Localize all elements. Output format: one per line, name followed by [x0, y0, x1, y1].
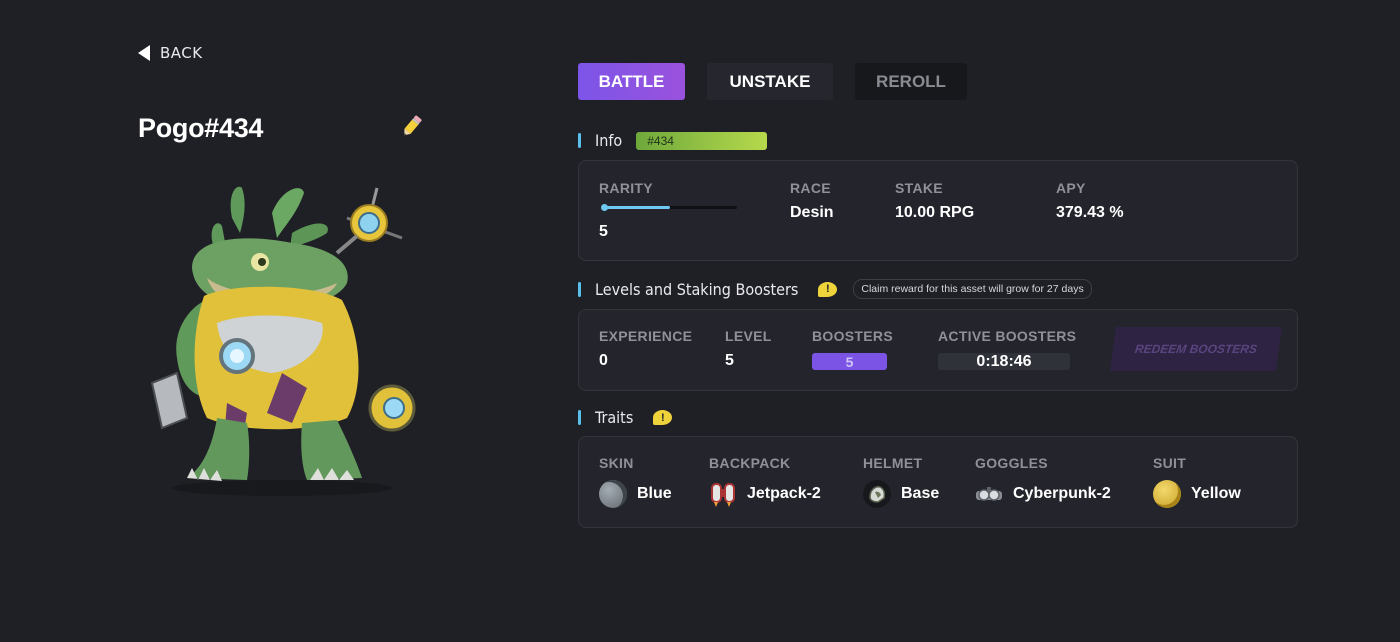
skin-icon	[599, 480, 627, 508]
trait-label: SUIT	[1153, 455, 1187, 471]
info-section-header: Info #434	[578, 131, 768, 150]
redeem-boosters-button[interactable]: REDEEM BOOSTERS	[1109, 327, 1283, 371]
active-boosters-label: ACTIVE BOOSTERS	[938, 328, 1077, 344]
trait-label: SKIN	[599, 455, 634, 471]
stake-label: STAKE	[895, 180, 943, 196]
reroll-button[interactable]: REROLL	[855, 63, 967, 100]
experience-label: EXPERIENCE	[599, 328, 693, 344]
race-value: Desin	[790, 204, 834, 221]
traits-info-icon[interactable]: !	[653, 410, 673, 425]
helmet-icon	[863, 480, 891, 508]
creature-image	[150, 186, 416, 496]
asset-header: Pogo#434	[138, 113, 423, 144]
traits-section-header: Traits !	[578, 408, 673, 427]
action-bar: BATTLE UNSTAKE REROLL	[578, 63, 967, 100]
boosters-value-badge: 5	[812, 353, 887, 370]
levels-hint-text: Claim reward for this asset will grow fo…	[853, 279, 1092, 299]
levels-title: Levels and Staking Boosters	[595, 279, 799, 299]
trait-value: Base	[901, 485, 940, 502]
traits-panel: SKIN Blue BACKPACK Jetpack-2 HELMET Base…	[578, 436, 1298, 528]
section-accent-bar	[578, 281, 581, 297]
level-value: 5	[725, 352, 734, 369]
battle-button[interactable]: BATTLE	[578, 63, 685, 100]
trait-skin: Blue	[599, 480, 672, 508]
section-accent-bar	[578, 133, 581, 148]
edit-name-pencil-icon[interactable]	[401, 114, 423, 143]
back-button[interactable]: BACK	[138, 44, 203, 62]
back-label: BACK	[160, 44, 203, 62]
level-label: LEVEL	[725, 328, 772, 344]
section-accent-bar	[578, 410, 581, 425]
trait-value: Jetpack-2	[747, 485, 821, 502]
unstake-button[interactable]: UNSTAKE	[707, 63, 833, 100]
goggles-icon	[975, 480, 1003, 508]
trait-label: BACKPACK	[709, 455, 791, 471]
info-panel: RARITY 5 RACE Desin STAKE 10.00 RPG APY …	[578, 160, 1298, 261]
trait-value: Blue	[637, 485, 672, 502]
asset-id-tag: #434	[636, 131, 768, 150]
jetpack-icon	[709, 480, 737, 508]
boosters-label: BOOSTERS	[812, 328, 893, 344]
rarity-label: RARITY	[599, 180, 653, 196]
levels-info-icon[interactable]: !	[818, 281, 838, 297]
suit-icon	[1153, 480, 1181, 508]
rarity-value: 5	[599, 223, 608, 240]
levels-panel: EXPERIENCE 0 LEVEL 5 BOOSTERS 5 ACTIVE B…	[578, 309, 1298, 391]
trait-suit: Yellow	[1153, 480, 1241, 508]
active-boosters-timer: 0:18:46	[938, 353, 1070, 370]
stake-value: 10.00 RPG	[895, 204, 975, 221]
back-arrow-icon	[138, 45, 150, 61]
trait-value: Cyberpunk-2	[1013, 485, 1111, 502]
trait-goggles: Cyberpunk-2	[975, 480, 1111, 508]
info-title: Info	[595, 131, 623, 150]
trait-value: Yellow	[1191, 485, 1241, 502]
rarity-bar-fill	[603, 206, 670, 209]
apy-label: APY	[1056, 180, 1086, 196]
apy-value: 379.43 %	[1056, 204, 1124, 221]
experience-value: 0	[599, 352, 608, 369]
trait-label: HELMET	[863, 455, 923, 471]
race-label: RACE	[790, 180, 831, 196]
trait-backpack: Jetpack-2	[709, 480, 821, 508]
trait-helmet: Base	[863, 480, 939, 508]
asset-name: Pogo#434	[138, 113, 264, 143]
trait-label: GOGGLES	[975, 455, 1048, 471]
rarity-bar	[601, 204, 737, 211]
traits-title: Traits	[595, 408, 634, 427]
levels-section-header: Levels and Staking Boosters ! Claim rewa…	[578, 279, 1092, 299]
rarity-bar-handle	[601, 204, 608, 211]
